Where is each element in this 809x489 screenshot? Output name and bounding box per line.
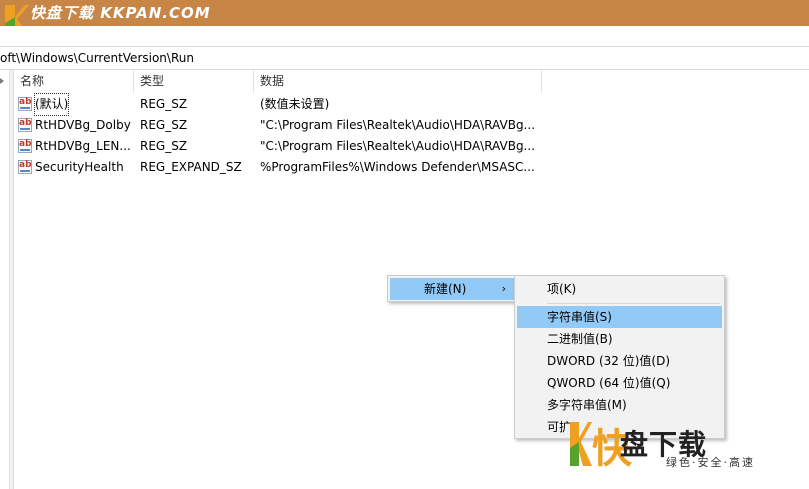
menubar <box>0 26 809 46</box>
value-type: REG_SZ <box>140 139 188 153</box>
string-value-icon: ab <box>18 118 32 132</box>
tree-expand-arrow-icon[interactable] <box>0 78 4 84</box>
table-row[interactable]: ab SecurityHealth REG_EXPAND_SZ %Program… <box>14 157 554 178</box>
value-type: REG_SZ <box>140 118 188 132</box>
value-name[interactable]: SecurityHealth <box>35 157 124 178</box>
kkpan-logo-icon <box>570 422 592 466</box>
watermark-logo: 快 盘下载 绿色·安全·高速 <box>570 420 800 486</box>
value-data: "C:\Program Files\Realtek\Audio\HDA\RAVB… <box>260 139 536 153</box>
submenu-item-key[interactable]: 项(K) <box>517 278 722 300</box>
table-row[interactable]: ab RtHDVBg_LEN... REG_SZ "C:\Program Fil… <box>14 136 554 157</box>
submenu-item-qword-value[interactable]: QWORD (64 位)值(Q) <box>517 372 722 394</box>
string-value-icon: ab <box>18 160 32 174</box>
value-data: (数值未设置) <box>260 97 330 111</box>
submenu-arrow-icon: › <box>501 282 506 295</box>
submenu-item-string-value[interactable]: 字符串值(S) <box>517 306 722 328</box>
new-submenu: 项(K) 字符串值(S) 二进制值(B) DWORD (32 位)值(D) QW… <box>514 275 725 439</box>
menu-separator <box>547 303 720 304</box>
value-name[interactable]: (默认) <box>33 93 70 116</box>
watermark-banner: 快盘下载 KKPAN.COM <box>0 0 809 35</box>
address-bar[interactable]: oft\Windows\CurrentVersion\Run <box>0 46 809 70</box>
string-value-icon: ab <box>18 139 32 153</box>
string-value-icon: ab <box>18 97 32 111</box>
column-header-name[interactable]: 名称 <box>14 70 134 93</box>
banner-brand-text: 快盘下载 KKPAN.COM <box>30 4 211 22</box>
address-path[interactable]: oft\Windows\CurrentVersion\Run <box>0 51 194 65</box>
submenu-item-binary-value[interactable]: 二进制值(B) <box>517 328 722 350</box>
submenu-item-dword-value[interactable]: DWORD (32 位)值(D) <box>517 350 722 372</box>
value-type: REG_SZ <box>140 97 188 111</box>
watermark-slogan: 绿色·安全·高速 <box>666 456 755 469</box>
column-header-type[interactable]: 类型 <box>134 70 254 93</box>
value-type: REG_EXPAND_SZ <box>140 160 242 174</box>
value-name[interactable]: RtHDVBg_LEN... <box>35 136 131 157</box>
table-row[interactable]: ab RtHDVBg_Dolby REG_SZ "C:\Program File… <box>14 115 554 136</box>
menu-item-new[interactable]: 新建(N) › <box>390 278 514 300</box>
menu-item-new-label: 新建(N) <box>424 282 467 296</box>
tree-pane[interactable] <box>0 70 10 489</box>
context-menu: 新建(N) › <box>387 275 517 302</box>
table-row[interactable]: ab (默认) REG_SZ (数值未设置) <box>14 93 554 116</box>
column-header-data[interactable]: 数据 <box>254 70 542 93</box>
submenu-item-multi-string-value[interactable]: 多字符串值(M) <box>517 394 722 416</box>
value-data: %ProgramFiles%\Windows Defender\MSASC... <box>260 160 535 174</box>
value-data: "C:\Program Files\Realtek\Audio\HDA\RAVB… <box>260 118 536 132</box>
value-name[interactable]: RtHDVBg_Dolby <box>35 115 131 136</box>
